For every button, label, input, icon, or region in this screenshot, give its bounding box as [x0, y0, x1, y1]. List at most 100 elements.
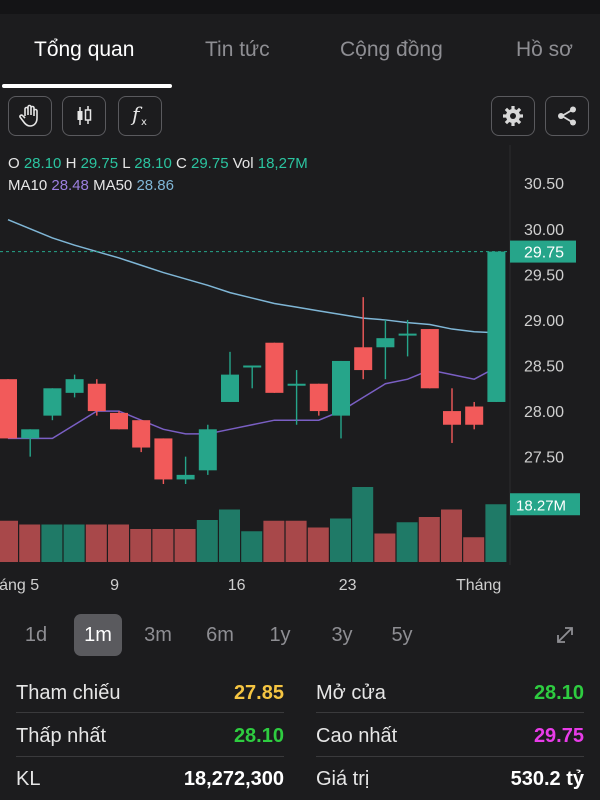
y-tick-label: 29.00 — [524, 313, 564, 330]
settings-button[interactable] — [491, 96, 535, 136]
volume-bar — [241, 531, 263, 562]
volume-bar — [196, 520, 218, 562]
tab-community[interactable]: Cộng đồng — [340, 38, 443, 62]
ma10-label: MA10 — [8, 177, 48, 194]
x-tick-label: 16 — [228, 577, 246, 594]
tab-overview[interactable]: Tổng quan — [34, 38, 134, 62]
divider — [316, 712, 584, 713]
candle-body — [176, 474, 195, 480]
candle-body — [354, 347, 373, 371]
volume-bar — [396, 522, 418, 562]
y-tick-label: 30.00 — [524, 222, 564, 239]
candle-body — [65, 379, 84, 393]
volume-bar — [485, 504, 507, 562]
low-price-label: Thấp nhất — [16, 725, 107, 747]
volume-value: 18,27M — [257, 155, 308, 172]
candle-body — [398, 333, 417, 336]
x-tick-label: 9 — [110, 577, 119, 594]
range-1d[interactable]: 1d — [14, 614, 58, 656]
candle-body — [154, 438, 173, 480]
candle-body — [309, 383, 328, 412]
tab-bar: Tổng quan Tin tức Cộng đồng Hồ sơ — [0, 14, 600, 90]
low-label: L — [122, 155, 131, 172]
volume-bar — [85, 524, 107, 562]
volume-bar — [219, 509, 240, 562]
candle-body — [265, 342, 284, 393]
x-tick-label: Tháng — [456, 577, 501, 594]
reference-value: 27.85 — [233, 682, 284, 704]
candle-body — [221, 374, 239, 402]
high-price-label: Cao nhất — [316, 725, 398, 747]
open-label: O — [8, 155, 20, 172]
volume-bar — [63, 524, 85, 562]
close-label: C — [175, 155, 187, 172]
volume-bar — [19, 524, 41, 562]
last-price-label: 29.75 — [524, 245, 564, 262]
indicators-button[interactable]: f x — [118, 96, 162, 136]
volume-label: Vol — [232, 155, 254, 172]
ma50-label: MA50 — [93, 177, 133, 194]
y-tick-label: 28.50 — [524, 359, 564, 376]
ma10-value: 28.48 — [51, 177, 89, 194]
tab-profile[interactable]: Hồ sơ — [516, 38, 573, 62]
status-bar — [0, 0, 600, 14]
svg-text:x: x — [141, 117, 147, 128]
candle-body — [87, 383, 106, 412]
active-tab-indicator — [2, 84, 172, 88]
volume-bar — [285, 520, 307, 562]
open-value: 28.10 — [23, 155, 62, 172]
x-tick-label: 23 — [339, 577, 357, 594]
volume-stat-value: 18,272,300 — [183, 768, 284, 790]
volume-bar — [352, 487, 374, 562]
volume-bar — [330, 518, 351, 562]
price-chart[interactable]: 30.5030.0029.5029.0028.5028.0027.5027.00… — [0, 145, 600, 600]
volume-bar — [152, 529, 174, 562]
hand-icon — [19, 104, 38, 127]
chart-type-button[interactable] — [62, 96, 106, 136]
share-icon — [558, 106, 576, 126]
ohlc-readout: O 28.10 H 29.75 L 28.10 C 29.75 Vol 18,2… — [8, 155, 308, 172]
tab-news[interactable]: Tin tức — [205, 38, 270, 62]
gear-icon — [503, 106, 523, 126]
range-5y[interactable]: 5y — [380, 614, 424, 656]
volume-bar — [174, 529, 196, 562]
hand-tool-button[interactable] — [8, 96, 52, 136]
candle-body — [443, 411, 461, 425]
expand-icon[interactable] — [554, 624, 576, 646]
low-value: 28.10 — [134, 155, 172, 172]
time-range-selector: 1d 1m 3m 6m 1y 3y 5y — [14, 614, 586, 656]
y-tick-label: 29.50 — [524, 267, 564, 284]
volume-bar — [108, 524, 129, 562]
candle-body — [198, 429, 217, 471]
candle-body — [332, 360, 350, 416]
range-6m[interactable]: 6m — [198, 614, 242, 656]
range-1y[interactable]: 1y — [258, 614, 302, 656]
last-volume-label: 18.27M — [516, 497, 566, 514]
ma50-line — [7, 218, 497, 334]
trade-value-value: 530.2 tỷ — [510, 768, 584, 790]
reference-label: Tham chiếu — [16, 682, 121, 704]
high-label: H — [65, 155, 77, 172]
y-tick-label: 28.00 — [524, 404, 564, 421]
open-price-label: Mở cửa — [316, 682, 386, 704]
volume-bar — [0, 520, 18, 562]
candle-body — [21, 429, 40, 439]
range-1m[interactable]: 1m — [74, 614, 122, 656]
volume-bar — [441, 509, 462, 562]
range-3y[interactable]: 3y — [320, 614, 364, 656]
high-value: 29.75 — [80, 155, 119, 172]
ma50-value: 28.86 — [136, 177, 174, 194]
low-price-value: 28.10 — [233, 725, 284, 747]
volume-bar — [130, 529, 152, 562]
candle-body — [132, 420, 151, 448]
high-price-value: 29.75 — [533, 725, 584, 747]
candle-body — [465, 406, 484, 425]
share-button[interactable] — [545, 96, 589, 136]
range-3m[interactable]: 3m — [136, 614, 180, 656]
volume-bar — [463, 537, 485, 562]
x-tick-label: áng 5 — [0, 577, 39, 594]
candle-body — [376, 338, 395, 348]
volume-bar — [263, 520, 285, 562]
y-tick-label: 30.50 — [524, 176, 564, 193]
candle-body — [43, 388, 62, 416]
